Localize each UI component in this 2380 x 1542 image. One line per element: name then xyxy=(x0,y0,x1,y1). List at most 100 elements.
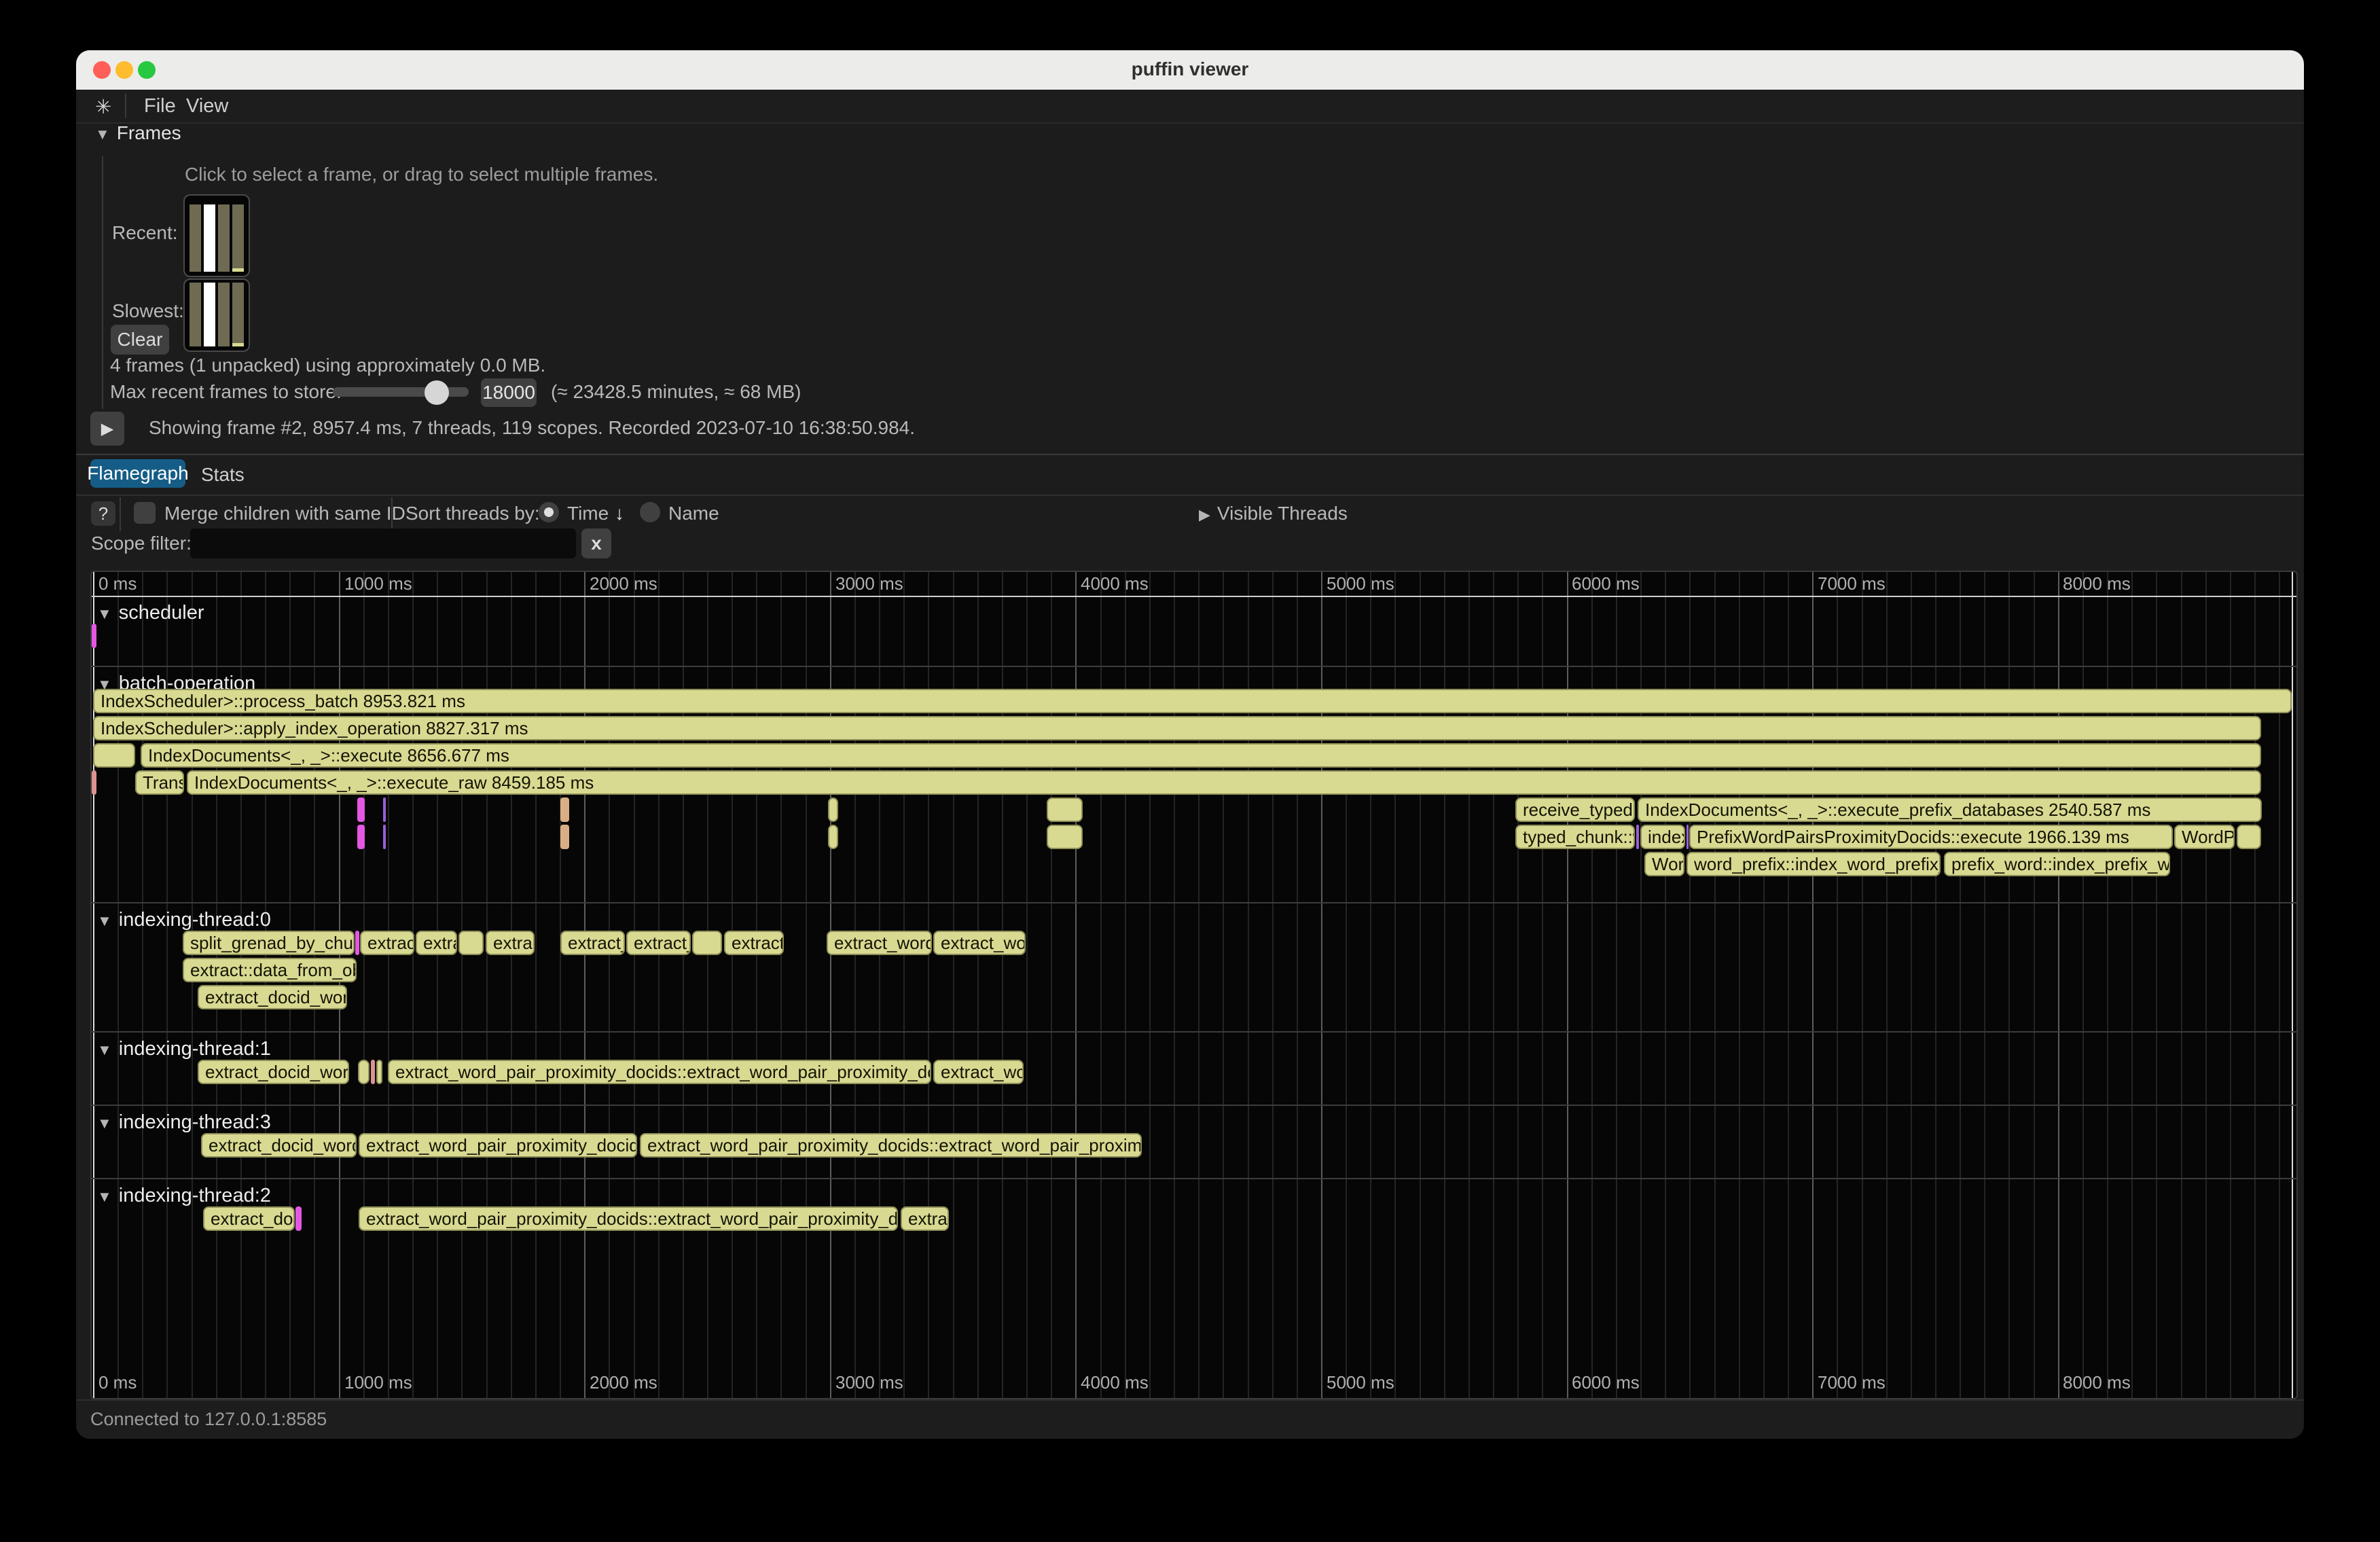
help-button[interactable]: ? xyxy=(91,501,115,526)
flamegraph-canvas[interactable]: 0 ms0 ms1000 ms1000 ms2000 ms2000 ms3000… xyxy=(90,571,2298,1399)
thread-header-indexing-thread:0[interactable]: ▼indexing-thread:0 xyxy=(97,909,271,931)
scope-label: extract_word_pair_proximity_docids::extr… xyxy=(389,1061,930,1083)
clear-button[interactable]: Clear xyxy=(111,325,169,355)
scope-bar[interactable]: extract_docid_wor xyxy=(198,985,347,1009)
time-axis-label: 8000 ms xyxy=(2063,573,2131,594)
scope-bar[interactable]: IndexDocuments<_, _>::execute_prefix_dat… xyxy=(1638,797,2262,822)
scope-bar[interactable]: receive_typed xyxy=(1515,797,1635,822)
clear-filter-button[interactable]: x xyxy=(581,528,611,558)
scope-bar[interactable]: prefix_word::index_prefix_wo xyxy=(1944,852,2170,876)
scope-tick-tan[interactable] xyxy=(560,825,569,849)
scope-tick-magenta[interactable] xyxy=(355,931,359,955)
frame-bar[interactable] xyxy=(218,283,230,346)
scope-bar[interactable]: word_prefix::index_word_prefix_ xyxy=(1687,852,1941,876)
merge-children-checkbox[interactable] xyxy=(134,502,156,524)
max-frames-value[interactable]: 18000 xyxy=(481,378,537,407)
frames-header[interactable]: ▼Frames xyxy=(95,122,181,144)
thread-divider xyxy=(92,666,2296,667)
frame-bar-selected[interactable] xyxy=(204,204,215,272)
scope-bar[interactable]: extract_word_pair_proximity_docids xyxy=(359,1133,637,1158)
scope-tick-purple[interactable] xyxy=(1636,825,1639,849)
scope-bar[interactable]: extract_word_pair_proximity_docids::extr… xyxy=(640,1133,1142,1158)
scope-bar[interactable] xyxy=(358,1060,369,1084)
recent-frames-thumbnail[interactable] xyxy=(183,194,250,277)
thread-header-indexing-thread:1[interactable]: ▼indexing-thread:1 xyxy=(97,1038,271,1060)
scope-bar[interactable]: Word xyxy=(1644,852,1684,876)
scope-bar[interactable]: extract_word_pair_proximity_docids::extr… xyxy=(388,1060,931,1084)
scope-bar[interactable]: extract_docid_word xyxy=(201,1133,357,1158)
merge-children-label[interactable]: Merge children with same ID xyxy=(164,503,405,524)
scope-bar[interactable] xyxy=(93,743,135,768)
max-frames-slider-knob[interactable] xyxy=(425,380,449,405)
frame-bar[interactable] xyxy=(232,204,244,269)
frame-bar[interactable] xyxy=(218,204,230,272)
sort-name-label[interactable]: Name xyxy=(668,503,719,524)
sort-direction-icon[interactable]: ↓ xyxy=(615,503,624,524)
scope-label: extract_word_pair_proximity_docids xyxy=(360,1134,636,1156)
radio-dot xyxy=(544,507,554,517)
frame-bar-selected[interactable] xyxy=(204,283,215,346)
scope-bar[interactable]: extract_ xyxy=(626,931,691,955)
scope-bar[interactable] xyxy=(458,931,484,955)
scope-bar[interactable]: extract_wo xyxy=(933,1060,1024,1084)
scope-tick-magenta[interactable] xyxy=(357,797,365,822)
menu-view[interactable]: View xyxy=(186,95,228,118)
scope-bar[interactable] xyxy=(828,797,838,822)
scope-bar[interactable]: WordPr xyxy=(2174,825,2235,849)
scope-bar[interactable]: PrefixWordPairsProximityDocids::execute … xyxy=(1689,825,2173,849)
scope-tick-purple[interactable] xyxy=(383,797,386,822)
scope-bar[interactable]: extra xyxy=(416,931,457,955)
play-button[interactable]: ▶ xyxy=(90,412,124,446)
menu-file[interactable]: File xyxy=(144,95,176,118)
frame-bar[interactable] xyxy=(190,204,201,272)
scope-bar[interactable] xyxy=(1047,797,1083,822)
theme-toggle-icon[interactable]: ✳ xyxy=(95,95,111,119)
scope-tick-magenta[interactable] xyxy=(295,1206,302,1231)
scope-bar[interactable]: extract xyxy=(360,931,414,955)
thread-header-indexing-thread:3[interactable]: ▼indexing-thread:3 xyxy=(97,1111,271,1134)
scope-bar[interactable]: Trans xyxy=(135,770,184,795)
scope-bar[interactable]: extract_word_pair_proximity_docids::extr… xyxy=(359,1206,898,1231)
scope-tick-magenta[interactable] xyxy=(357,825,365,849)
scope-bar[interactable]: extract_word xyxy=(827,931,932,955)
scope-bar[interactable]: extract_doc xyxy=(203,1206,295,1231)
scope-tick-salmon[interactable] xyxy=(371,1060,375,1084)
scope-bar[interactable] xyxy=(376,1060,382,1084)
scope-bar[interactable] xyxy=(828,825,838,849)
scope-bar[interactable]: extract_docid_word xyxy=(198,1060,349,1084)
scope-bar[interactable]: extrac xyxy=(901,1206,949,1231)
scope-bar[interactable]: IndexScheduler>::apply_index_operation 8… xyxy=(93,716,2261,740)
scope-tick-purple[interactable] xyxy=(383,825,386,849)
thread-header-scheduler[interactable]: ▼scheduler xyxy=(97,602,204,624)
scope-bar[interactable]: extract_ xyxy=(560,931,625,955)
scope-bar[interactable]: extract_wo xyxy=(933,931,1026,955)
scope-tick-purple[interactable] xyxy=(1687,825,1689,849)
scope-bar[interactable]: extrac xyxy=(486,931,535,955)
thread-header-indexing-thread:2[interactable]: ▼indexing-thread:2 xyxy=(97,1185,271,1207)
scope-tick-salmon[interactable] xyxy=(92,770,96,795)
sort-time-radio[interactable] xyxy=(539,502,559,522)
scope-bar[interactable]: split_grenad_by_chun xyxy=(183,931,355,955)
tab-stats[interactable]: Stats xyxy=(201,464,245,486)
visible-threads-header[interactable]: ▶Visible Threads xyxy=(1199,503,1348,524)
scope-bar[interactable] xyxy=(2237,825,2261,849)
sort-time-label[interactable]: Time xyxy=(567,503,609,524)
scope-bar[interactable]: typed_chunk::w xyxy=(1515,825,1635,849)
scope-bar[interactable]: index xyxy=(1640,825,1685,849)
scope-bar[interactable]: IndexDocuments<_, _>::execute 8656.677 m… xyxy=(141,743,2261,768)
frame-bar[interactable] xyxy=(232,283,244,344)
frame-bar[interactable] xyxy=(190,283,201,346)
scope-bar[interactable] xyxy=(1047,825,1083,849)
scope-label: IndexScheduler>::apply_index_operation 8… xyxy=(94,717,2260,739)
slowest-frames-thumbnail[interactable] xyxy=(183,279,250,352)
scope-filter-input[interactable] xyxy=(190,528,576,558)
scope-tick-magenta[interactable] xyxy=(92,624,96,648)
tab-flamegraph[interactable]: Flamegraph xyxy=(90,459,185,488)
sort-name-radio[interactable] xyxy=(640,502,660,522)
scope-bar[interactable]: IndexScheduler>::process_batch 8953.821 … xyxy=(93,689,2292,713)
scope-tick-tan[interactable] xyxy=(560,797,569,822)
scope-bar[interactable] xyxy=(692,931,722,955)
scope-bar[interactable]: extract xyxy=(724,931,784,955)
scope-bar[interactable]: extract::data_from_ob xyxy=(183,958,357,982)
scope-bar[interactable]: IndexDocuments<_, _>::execute_raw 8459.1… xyxy=(187,770,2261,795)
